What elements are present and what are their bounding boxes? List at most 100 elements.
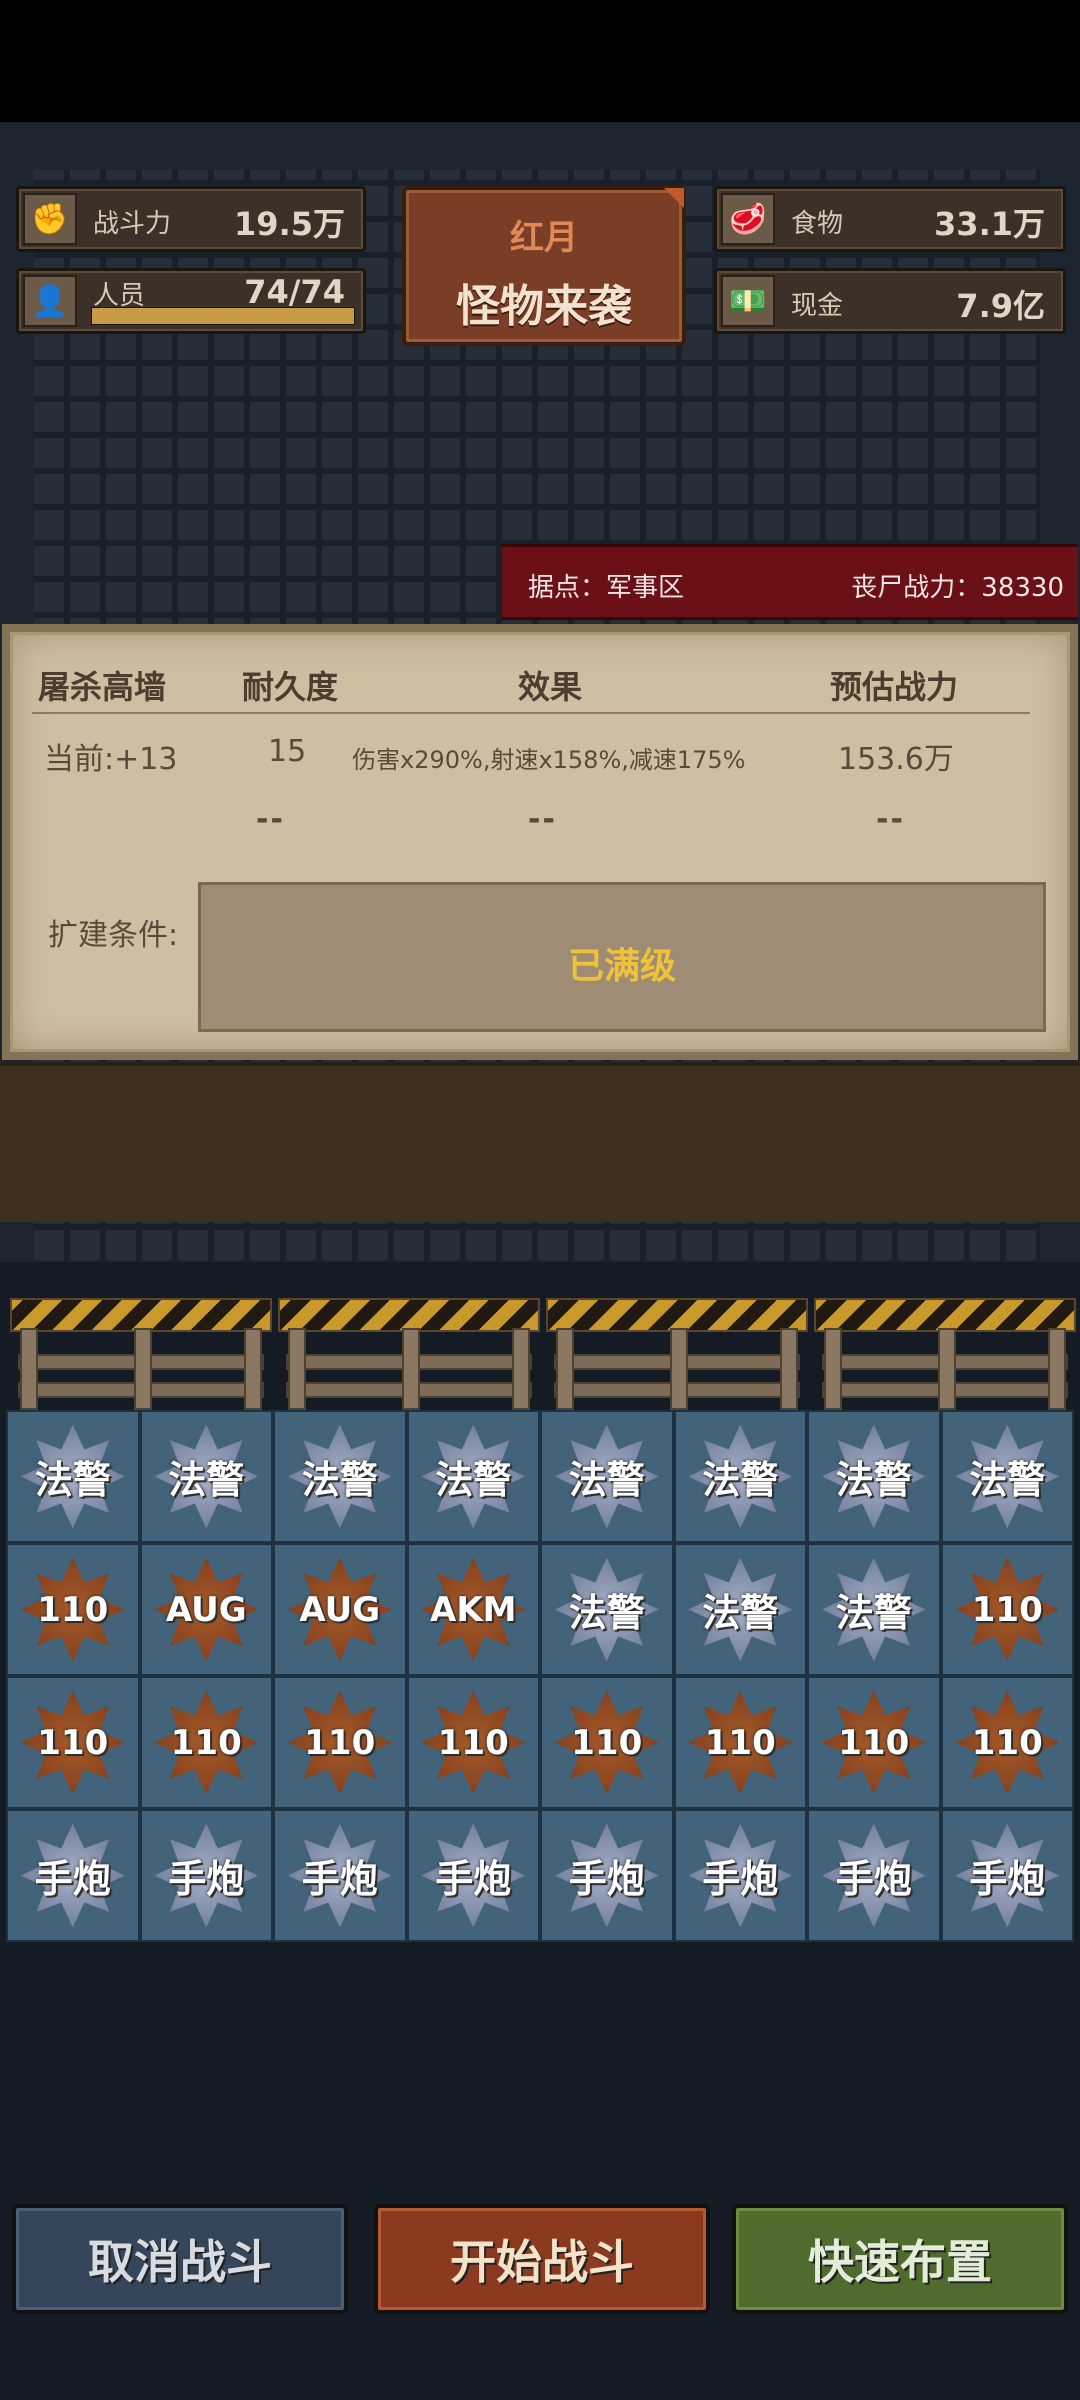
unit-label: 法警 (969, 1458, 1046, 1502)
unit-label: AUG (165, 1589, 247, 1630)
unit-label: 110 (704, 1722, 776, 1763)
unit-badge[interactable]: 手炮 (284, 1820, 396, 1932)
event-banner[interactable]: 红月 怪物来袭 (402, 186, 686, 346)
cash-stat: 💵 现金 7.9亿 (714, 268, 1066, 334)
grid-cell[interactable]: 110 (673, 1676, 807, 1809)
stronghold-location: 据点：军事区 (528, 573, 685, 603)
unit-badge[interactable]: 手炮 (417, 1820, 529, 1932)
unit-badge[interactable]: 手炮 (150, 1820, 262, 1932)
grid-cell[interactable]: AUG (273, 1543, 407, 1676)
grid-cell[interactable]: AUG (139, 1543, 273, 1676)
unit-badge[interactable]: AUG (284, 1554, 396, 1666)
unit-badge[interactable]: 110 (818, 1687, 930, 1799)
grid-cell[interactable]: AKM (406, 1543, 540, 1676)
unit-badge[interactable]: 110 (284, 1687, 396, 1799)
unit-badge[interactable]: 法警 (284, 1421, 396, 1533)
grid-cell[interactable]: 手炮 (673, 1809, 807, 1942)
unit-label: 110 (571, 1722, 643, 1763)
start-battle-button[interactable]: 开始战斗 (374, 2204, 710, 2314)
grid-cell[interactable]: 手炮 (6, 1809, 140, 1942)
unit-badge[interactable]: AKM (417, 1554, 529, 1666)
cancel-battle-button[interactable]: 取消战斗 (12, 2204, 348, 2314)
unit-badge[interactable]: 110 (417, 1687, 529, 1799)
event-title: 怪物来袭 (456, 281, 632, 332)
unit-label: 法警 (835, 1458, 912, 1502)
condition-value: 已满级 (567, 946, 676, 987)
grid-cell[interactable]: 110 (940, 1543, 1074, 1676)
next-effect: -- (528, 802, 557, 837)
unit-badge[interactable]: 手炮 (951, 1820, 1063, 1932)
grid-cell[interactable]: 110 (273, 1676, 407, 1809)
barricade (278, 1292, 540, 1410)
grid-cell[interactable]: 法警 (807, 1543, 941, 1676)
unit-label: AUG (299, 1589, 381, 1630)
grid-cell[interactable]: 法警 (6, 1410, 140, 1543)
unit-badge[interactable]: 法警 (417, 1421, 529, 1533)
unit-badge[interactable]: 110 (17, 1687, 129, 1799)
grid-cell[interactable]: 法警 (406, 1410, 540, 1543)
grid-cell[interactable]: 法警 (273, 1410, 407, 1543)
unit-badge[interactable]: AUG (150, 1554, 262, 1666)
staff-stat[interactable]: 👤 人员 74/74 (16, 268, 366, 334)
unit-badge[interactable]: 110 (951, 1687, 1063, 1799)
grid-cell[interactable]: 手炮 (273, 1809, 407, 1942)
unit-badge[interactable]: 法警 (551, 1554, 663, 1666)
next-power: -- (876, 802, 905, 837)
unit-label: 110 (971, 1722, 1043, 1763)
power-label: 战斗力 (93, 209, 172, 239)
grid-cell[interactable]: 手炮 (540, 1809, 674, 1942)
grid-cell[interactable]: 手炮 (807, 1809, 941, 1942)
grid-cell[interactable]: 法警 (673, 1410, 807, 1543)
unit-label: 110 (37, 1589, 109, 1630)
barricade (10, 1292, 272, 1410)
unit-badge[interactable]: 110 (551, 1687, 663, 1799)
header-durability: 耐久度 (242, 668, 339, 706)
quick-deploy-button[interactable]: 快速布置 (732, 2204, 1068, 2314)
wall-info-panel: 屠杀高墙 耐久度 效果 预估战力 当前:+13 15 伤害x290%,射速x15… (2, 624, 1078, 1060)
grid-cell[interactable]: 110 (406, 1676, 540, 1809)
grid-cell[interactable]: 法警 (540, 1543, 674, 1676)
header-wall: 屠杀高墙 (38, 668, 167, 706)
staff-progress-bar (91, 307, 355, 325)
barricade (814, 1292, 1076, 1410)
grid-cell[interactable]: 法警 (540, 1410, 674, 1543)
unit-badge[interactable]: 110 (951, 1554, 1063, 1666)
grid-cell[interactable]: 手炮 (406, 1809, 540, 1942)
unit-label: 110 (838, 1722, 910, 1763)
grid-cell[interactable]: 110 (6, 1676, 140, 1809)
unit-badge[interactable]: 手炮 (818, 1820, 930, 1932)
unit-badge[interactable]: 手炮 (17, 1820, 129, 1932)
grid-cell[interactable]: 110 (6, 1543, 140, 1676)
unit-badge[interactable]: 法警 (818, 1554, 930, 1666)
grid-cell[interactable]: 法警 (940, 1410, 1074, 1543)
unit-badge[interactable]: 法警 (551, 1421, 663, 1533)
grid-cell[interactable]: 法警 (807, 1410, 941, 1543)
unit-badge[interactable]: 法警 (818, 1421, 930, 1533)
unit-badge[interactable]: 法警 (17, 1421, 129, 1533)
unit-badge[interactable]: 手炮 (684, 1820, 796, 1932)
person-icon: 👤 (23, 275, 77, 327)
unit-label: 110 (971, 1589, 1043, 1630)
grid-cell[interactable]: 手炮 (940, 1809, 1074, 1942)
grid-cell[interactable]: 法警 (673, 1543, 807, 1676)
current-effect: 伤害x290%,射速x158%,减速175% (352, 746, 746, 774)
unit-badge[interactable]: 法警 (684, 1554, 796, 1666)
unit-badge[interactable]: 110 (150, 1687, 262, 1799)
unit-label: 手炮 (568, 1857, 645, 1901)
fist-icon: ✊ (23, 193, 77, 245)
zombie-power: 丧尸战力：38330 (851, 573, 1064, 603)
event-subtitle: 红月 (510, 218, 578, 258)
unit-badge[interactable]: 110 (17, 1554, 129, 1666)
grid-cell[interactable]: 110 (139, 1676, 273, 1809)
grid-cell[interactable]: 110 (540, 1676, 674, 1809)
grid-cell[interactable]: 法警 (139, 1410, 273, 1543)
grid-cell[interactable]: 110 (940, 1676, 1074, 1809)
unit-badge[interactable]: 法警 (951, 1421, 1063, 1533)
grid-cell[interactable]: 手炮 (139, 1809, 273, 1942)
unit-badge[interactable]: 法警 (684, 1421, 796, 1533)
unit-badge[interactable]: 110 (684, 1687, 796, 1799)
cash-icon: 💵 (721, 275, 775, 327)
unit-badge[interactable]: 手炮 (551, 1820, 663, 1932)
grid-cell[interactable]: 110 (807, 1676, 941, 1809)
unit-badge[interactable]: 法警 (150, 1421, 262, 1533)
